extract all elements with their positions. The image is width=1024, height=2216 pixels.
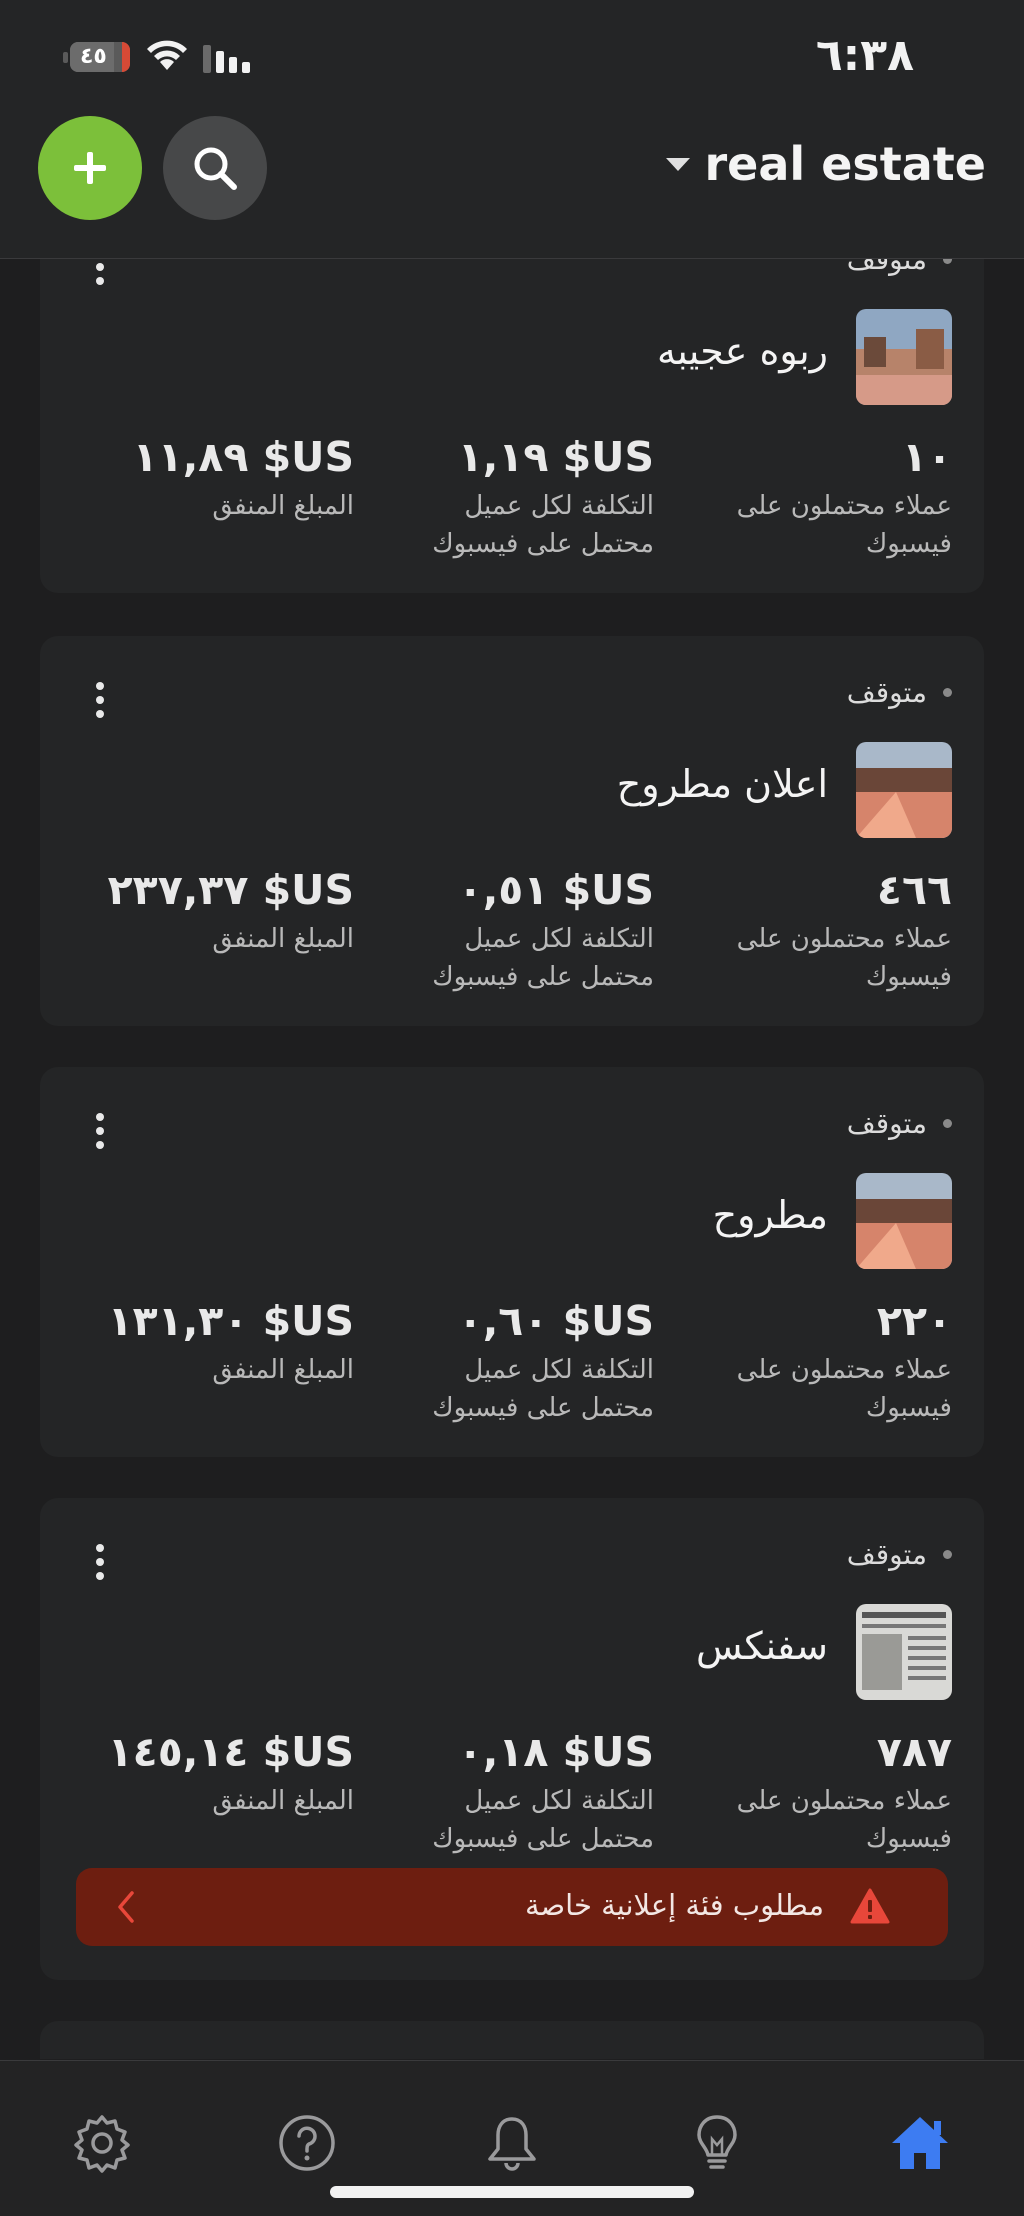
leads-value: ٤٦٦ xyxy=(876,866,952,914)
leads-value: ٧٨٧ xyxy=(876,1728,952,1776)
metric-cost: US$ ٠,٦٠ التكلفة لكل عميل محتمل على فيسب… xyxy=(404,1297,654,1427)
ad-status: متوقف xyxy=(847,1538,952,1571)
metric-spent: US$ ١٤٥,١٤ المبلغ المنفق xyxy=(74,1728,354,1820)
metric-leads: ٤٦٦ عملاء محتملون على فيسبوك xyxy=(712,866,952,996)
status-bar: ٤٥ ٦:٣٨ xyxy=(0,0,1024,110)
more-options-icon[interactable] xyxy=(88,259,112,291)
ad-thumbnail[interactable] xyxy=(856,1173,952,1269)
leads-value: ٢٢٠ xyxy=(876,1297,952,1345)
signal-icon xyxy=(203,45,250,73)
metric-cost: US$ ٠,٥١ التكلفة لكل عميل محتمل على فيسب… xyxy=(404,866,654,996)
spent-label: المبلغ المنفق xyxy=(212,491,354,521)
chevron-left-icon xyxy=(118,1891,134,1923)
search-icon xyxy=(194,147,237,190)
account-switcher[interactable]: real estate xyxy=(666,132,986,196)
spent-value: US$ ١٤٥,١٤ xyxy=(107,1728,354,1776)
spent-value: US$ ١٣١,٣٠ xyxy=(107,1297,354,1345)
ads-list[interactable]: متوقف ربوه عجيبه ١٠ عملاء محتملون على في… xyxy=(0,259,1024,2059)
ad-status: متوقف xyxy=(847,1107,952,1140)
ad-card[interactable]: متوقف ربوه عجيبه ١٠ عملاء محتملون على في… xyxy=(40,259,984,593)
metric-spent: US$ ٢٣٧,٣٧ المبلغ المنفق xyxy=(74,866,354,958)
ad-thumbnail[interactable] xyxy=(856,742,952,838)
plus-icon xyxy=(74,152,106,184)
leads-label: عملاء محتملون على فيسبوك xyxy=(736,924,952,992)
home-icon xyxy=(892,2117,948,2169)
metric-spent: US$ ١١,٨٩ المبلغ المنفق xyxy=(74,433,354,525)
spent-value: US$ ٢٣٧,٣٧ xyxy=(107,866,354,914)
leads-label: عملاء محتملون على فيسبوك xyxy=(736,1355,952,1423)
ad-card[interactable]: متوقف مطروح ٢٢٠ عملاء محتملون على فيسبوك… xyxy=(40,1067,984,1457)
help-icon xyxy=(279,2115,335,2171)
ad-thumbnail[interactable] xyxy=(856,1604,952,1700)
cost-value: US$ ٠,٥١ xyxy=(457,866,654,914)
warning-icon xyxy=(850,1888,890,1924)
spent-label: المبلغ المنفق xyxy=(212,1355,354,1385)
bell-icon xyxy=(488,2117,536,2171)
tab-insights[interactable] xyxy=(685,2111,749,2175)
tab-settings[interactable] xyxy=(70,2111,134,2175)
metric-cost: US$ ١,١٩ التكلفة لكل عميل محتمل على فيسب… xyxy=(404,433,654,563)
special-ad-category-warning[interactable]: مطلوب فئة إعلانية خاصة xyxy=(76,1868,948,1946)
account-name: real estate xyxy=(704,137,986,191)
status-label: متوقف xyxy=(846,1107,927,1140)
wifi-icon xyxy=(147,40,187,70)
metric-leads: ١٠ عملاء محتملون على فيسبوك xyxy=(712,433,952,563)
lightbulb-icon xyxy=(697,2115,737,2169)
status-dot xyxy=(943,1119,952,1128)
more-options-icon[interactable] xyxy=(88,1544,112,1586)
warning-text: مطلوب فئة إعلانية خاصة xyxy=(525,1888,824,1922)
clock: ٦:٣٨ xyxy=(815,30,914,81)
spent-label: المبلغ المنفق xyxy=(212,1786,354,1816)
ad-status: متوقف xyxy=(847,676,952,709)
ad-status: متوقف xyxy=(847,259,952,276)
status-dot xyxy=(943,1550,952,1559)
chevron-down-icon xyxy=(666,157,691,171)
ad-card[interactable]: متوقف سفنكس ٧٨٧ عملاء محتملون على فيسبوك… xyxy=(40,1498,984,1980)
ad-card[interactable]: متوقف اعلان مطروح ٤٦٦ عملاء محتملون على … xyxy=(40,636,984,1026)
ad-name: اعلان مطروح xyxy=(616,762,828,806)
status-label: متوقف xyxy=(846,259,927,276)
ad-name: ربوه عجيبه xyxy=(656,329,828,373)
leads-label: عملاء محتملون على فيسبوك xyxy=(736,1786,952,1854)
status-label: متوقف xyxy=(846,676,927,709)
cost-label: التكلفة لكل عميل محتمل على فيسبوك xyxy=(432,924,654,992)
battery-icon: ٤٥ xyxy=(63,42,130,72)
search-button[interactable] xyxy=(163,116,267,220)
cost-label: التكلفة لكل عميل محتمل على فيسبوك xyxy=(432,491,654,559)
cost-value: US$ ٠,١٨ xyxy=(457,1728,654,1776)
ad-name: مطروح xyxy=(712,1193,828,1237)
more-options-icon[interactable] xyxy=(88,682,112,724)
ad-thumbnail[interactable] xyxy=(856,309,952,405)
cost-label: التكلفة لكل عميل محتمل على فيسبوك xyxy=(432,1355,654,1423)
add-button[interactable] xyxy=(38,116,142,220)
ad-name: سفنكس xyxy=(696,1624,828,1668)
more-options-icon[interactable] xyxy=(88,1113,112,1155)
spent-value: US$ ١١,٨٩ xyxy=(132,433,354,481)
app-header: real estate xyxy=(0,110,1024,259)
cost-value: US$ ١,١٩ xyxy=(457,433,654,481)
tab-home[interactable] xyxy=(888,2111,952,2175)
tab-help[interactable] xyxy=(275,2111,339,2175)
metric-leads: ٧٨٧ عملاء محتملون على فيسبوك xyxy=(712,1728,952,1858)
cost-value: US$ ٠,٦٠ xyxy=(457,1297,654,1345)
status-label: متوقف xyxy=(846,1538,927,1571)
status-dot xyxy=(943,688,952,697)
battery-level: ٤٥ xyxy=(80,44,107,69)
leads-label: عملاء محتملون على فيسبوك xyxy=(736,491,952,559)
status-dot xyxy=(943,259,952,264)
metric-leads: ٢٢٠ عملاء محتملون على فيسبوك xyxy=(712,1297,952,1427)
metric-spent: US$ ١٣١,٣٠ المبلغ المنفق xyxy=(74,1297,354,1389)
ad-card[interactable] xyxy=(40,2021,984,2059)
metric-cost: US$ ٠,١٨ التكلفة لكل عميل محتمل على فيسب… xyxy=(404,1728,654,1858)
home-indicator xyxy=(330,2186,694,2198)
leads-value: ١٠ xyxy=(901,433,952,481)
spent-label: المبلغ المنفق xyxy=(212,924,354,954)
tab-notifications[interactable] xyxy=(480,2111,544,2175)
gear-icon xyxy=(74,2115,130,2173)
cost-label: التكلفة لكل عميل محتمل على فيسبوك xyxy=(432,1786,654,1854)
